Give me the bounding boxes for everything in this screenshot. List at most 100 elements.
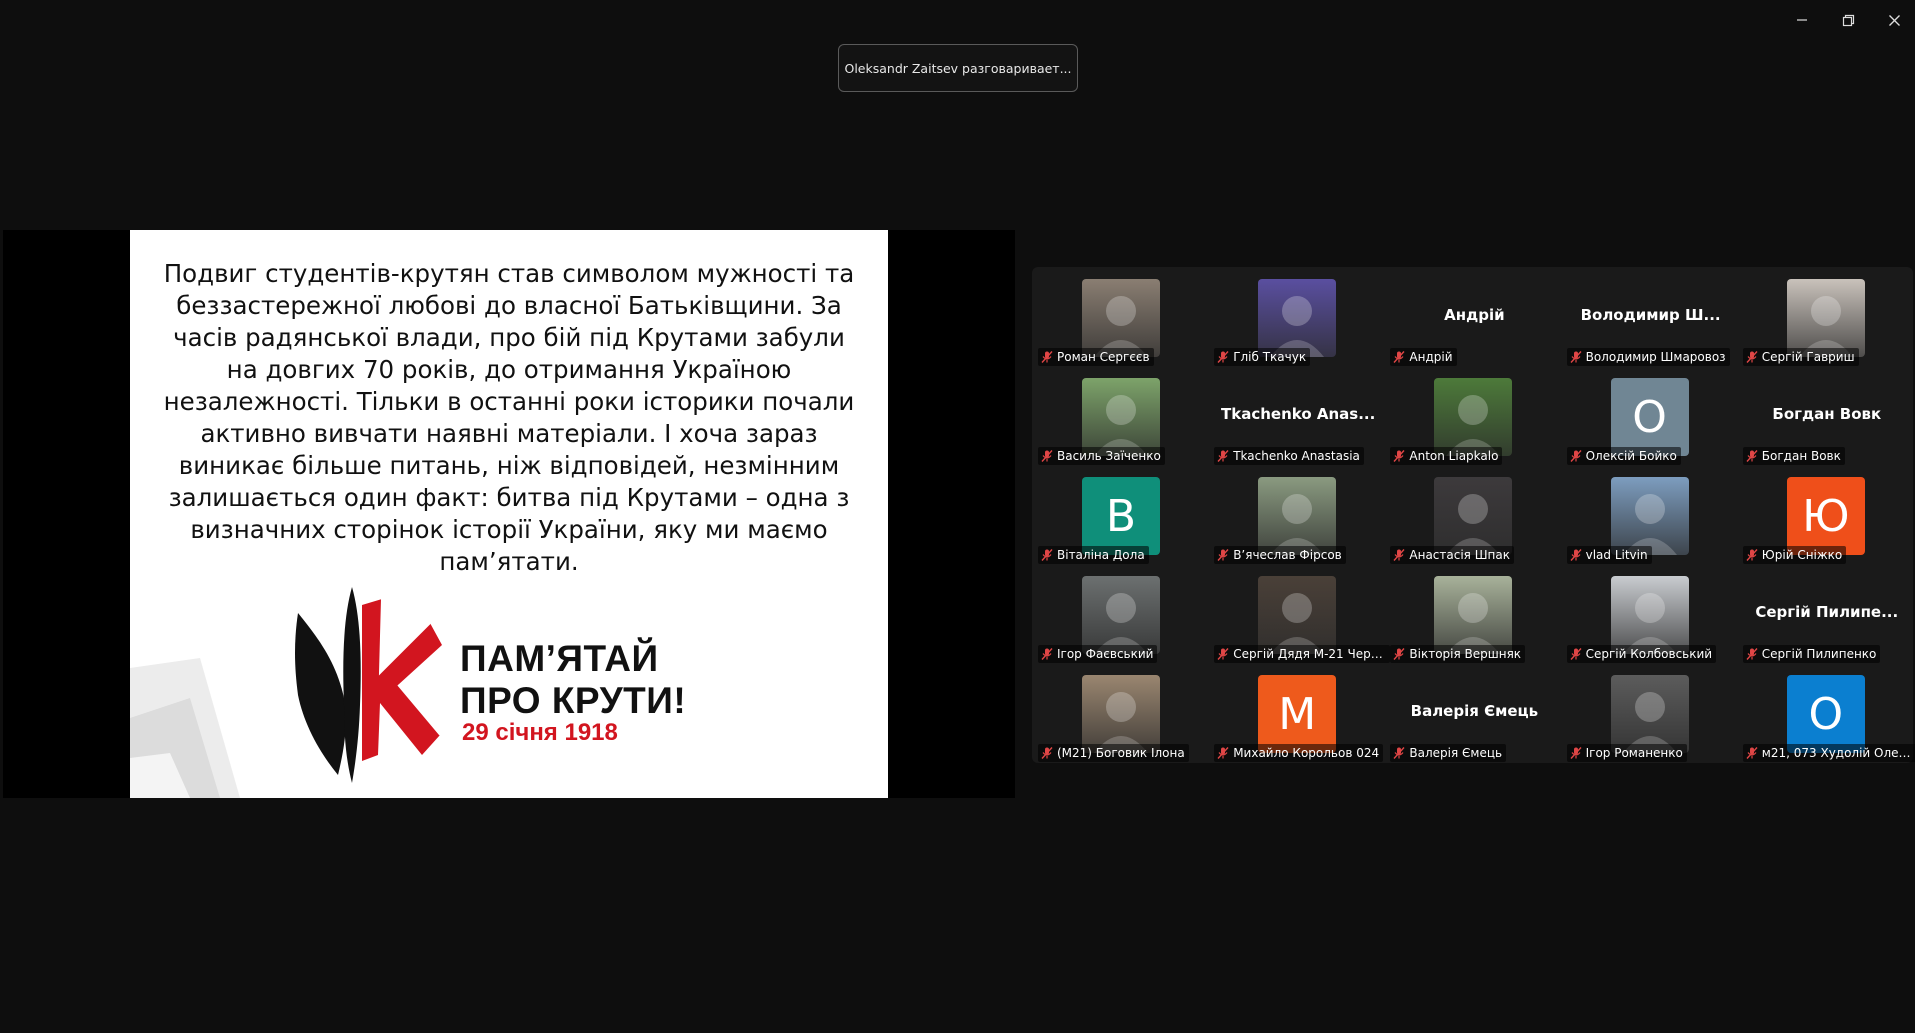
participant-tile[interactable]: vlad Litvin — [1563, 466, 1739, 565]
participant-nametag: Михайло Корольов 024 — [1214, 744, 1384, 762]
participant-tile[interactable]: Tkachenko Anas... Tkachenko Anastasia — [1210, 367, 1386, 466]
muted-mic-icon — [1746, 747, 1758, 759]
participant-avatar: В — [1082, 477, 1160, 555]
muted-mic-icon — [1393, 747, 1405, 759]
muted-mic-icon — [1393, 549, 1405, 561]
kruty-trident-logo — [295, 587, 442, 783]
participant-tile[interactable]: В Віталіна Дола — [1034, 466, 1210, 565]
participant-name: Олексій Бойко — [1585, 449, 1677, 463]
participant-tile[interactable]: Ігор Романенко — [1563, 664, 1739, 763]
restore-icon — [1842, 14, 1854, 26]
participant-name: м21, 073 Худолій Олексій — [1761, 746, 1915, 760]
minimize-icon — [1797, 19, 1807, 21]
participant-nametag: Роман Сергєєв — [1038, 348, 1154, 366]
participant-video — [1082, 675, 1160, 753]
participant-name: Anton Liapkalo — [1409, 449, 1499, 463]
muted-mic-icon — [1746, 450, 1758, 462]
participant-tile[interactable]: Сергій Пилипе... Сергій Пилипенко — [1739, 565, 1915, 664]
participant-name: Сергій Дядя М-21 Черк... — [1233, 647, 1387, 661]
participant-display-name: Андрій — [1444, 306, 1505, 324]
participant-name: Сергій Пилипенко — [1761, 647, 1877, 661]
participant-video — [1786, 279, 1865, 357]
participant-nametag: Володимир Шмаровоз — [1566, 348, 1730, 366]
participant-tile[interactable]: М Михайло Корольов 024 — [1210, 664, 1386, 763]
participant-tile[interactable]: Анастасія Шпак — [1386, 466, 1562, 565]
muted-mic-icon — [1570, 351, 1582, 363]
muted-mic-icon — [1393, 351, 1405, 363]
participant-name: Богдан Вовк — [1761, 449, 1841, 463]
participant-nametag: Валерія Ємець — [1390, 744, 1507, 762]
logo-title-line1: ПАМ’ЯТАЙ — [460, 638, 659, 679]
participant-tile[interactable]: Ом21, 073 Худолій Олексій — [1739, 664, 1915, 763]
close-button[interactable] — [1879, 8, 1909, 32]
muted-mic-icon — [1393, 648, 1405, 660]
participant-nametag: В’ячеслав Фірсов — [1214, 546, 1346, 564]
participant-tile[interactable]: Роман Сергєєв — [1034, 268, 1210, 367]
muted-mic-icon — [1570, 450, 1582, 462]
participant-name: Ігор Фаєвський — [1057, 647, 1154, 661]
muted-mic-icon — [1393, 450, 1405, 462]
participant-nametag: Anton Liapkalo — [1390, 447, 1503, 465]
participant-nametag: Сергій Дядя М-21 Черк... — [1214, 645, 1391, 663]
participant-tile[interactable]: Сергій Колбовський — [1563, 565, 1739, 664]
participant-name: Юрій Сніжко — [1761, 548, 1843, 562]
muted-mic-icon — [1217, 450, 1229, 462]
active-speaker-banner: Oleksandr Zaitsev разговаривает... — [838, 44, 1078, 92]
participant-nametag: Юрій Сніжко — [1742, 546, 1847, 564]
participant-tile[interactable]: Сергій Гавриш — [1739, 268, 1915, 367]
participant-nametag: Вікторія Вершняк — [1390, 645, 1526, 663]
muted-mic-icon — [1217, 747, 1229, 759]
participant-video — [1610, 477, 1689, 555]
participant-tile[interactable]: Вікторія Вершняк — [1386, 565, 1562, 664]
muted-mic-icon — [1217, 351, 1229, 363]
muted-mic-icon — [1041, 450, 1053, 462]
participant-tile[interactable]: В’ячеслав Фірсов — [1210, 466, 1386, 565]
participant-name: Валерія Ємець — [1409, 746, 1503, 760]
participant-tile[interactable]: Сергій Дядя М-21 Черк... — [1210, 565, 1391, 664]
restore-button[interactable] — [1833, 8, 1863, 32]
participant-tile[interactable]: Anton Liapkalo — [1386, 367, 1562, 466]
participant-tile[interactable]: Валерія Ємець Валерія Ємець — [1386, 664, 1562, 763]
participant-nametag: м21, 073 Худолій Олексій — [1742, 744, 1915, 762]
participant-tile[interactable]: (М21) Боговик Ілона — [1034, 664, 1210, 763]
muted-mic-icon — [1746, 549, 1758, 561]
participant-tile[interactable]: Володимир Ш... Володимир Шмаровоз — [1563, 268, 1739, 367]
participant-display-name: Валерія Ємець — [1410, 702, 1539, 720]
participant-display-name: Богдан Вовк — [1772, 405, 1882, 423]
participant-name: Василь Заїченко — [1057, 449, 1161, 463]
shared-screen[interactable]: Подвиг студентів-крутян став символом му… — [3, 230, 1015, 798]
participant-nametag: Гліб Ткачук — [1214, 348, 1311, 366]
participant-name: Володимир Шмаровоз — [1585, 350, 1726, 364]
participant-tile[interactable]: Гліб Ткачук — [1210, 268, 1386, 367]
participant-tile[interactable]: О Олексій Бойко — [1563, 367, 1739, 466]
participant-nametag: vlad Litvin — [1566, 546, 1652, 564]
muted-mic-icon — [1217, 549, 1229, 561]
participant-name: Андрій — [1409, 350, 1453, 364]
participant-tile[interactable]: Богдан Вовк Богдан Вовк — [1739, 367, 1915, 466]
participant-video — [1082, 576, 1160, 654]
participant-nametag: Олексій Бойко — [1566, 447, 1681, 465]
muted-mic-icon — [1041, 351, 1053, 363]
muted-mic-icon — [1041, 549, 1053, 561]
participant-nametag: Анастасія Шпак — [1390, 546, 1514, 564]
participant-tile[interactable]: Андрій Андрій — [1386, 268, 1562, 367]
participant-name: Віталіна Дола — [1057, 548, 1145, 562]
participant-nametag: Сергій Гавриш — [1742, 348, 1859, 366]
muted-mic-icon — [1041, 747, 1053, 759]
participant-nametag: Богдан Вовк — [1742, 447, 1845, 465]
logo-date: 29 січня 1918 — [462, 719, 618, 746]
close-icon — [1888, 14, 1900, 26]
participant-tile[interactable]: Ігор Фаєвський — [1034, 565, 1210, 664]
muted-mic-icon — [1041, 648, 1053, 660]
participant-tile[interactable]: Ю Юрій Сніжко — [1739, 466, 1915, 565]
participant-name: (М21) Боговик Ілона — [1057, 746, 1185, 760]
participant-video — [1610, 675, 1689, 753]
participant-nametag: (М21) Боговик Ілона — [1038, 744, 1189, 762]
participant-video — [1258, 576, 1337, 654]
participant-tile[interactable]: Василь Заїченко — [1034, 367, 1210, 466]
muted-mic-icon — [1746, 351, 1758, 363]
participant-video — [1434, 576, 1513, 654]
participant-nametag: Ігор Романенко — [1566, 744, 1687, 762]
participant-avatar: О — [1610, 378, 1689, 456]
minimize-button[interactable] — [1787, 8, 1817, 32]
